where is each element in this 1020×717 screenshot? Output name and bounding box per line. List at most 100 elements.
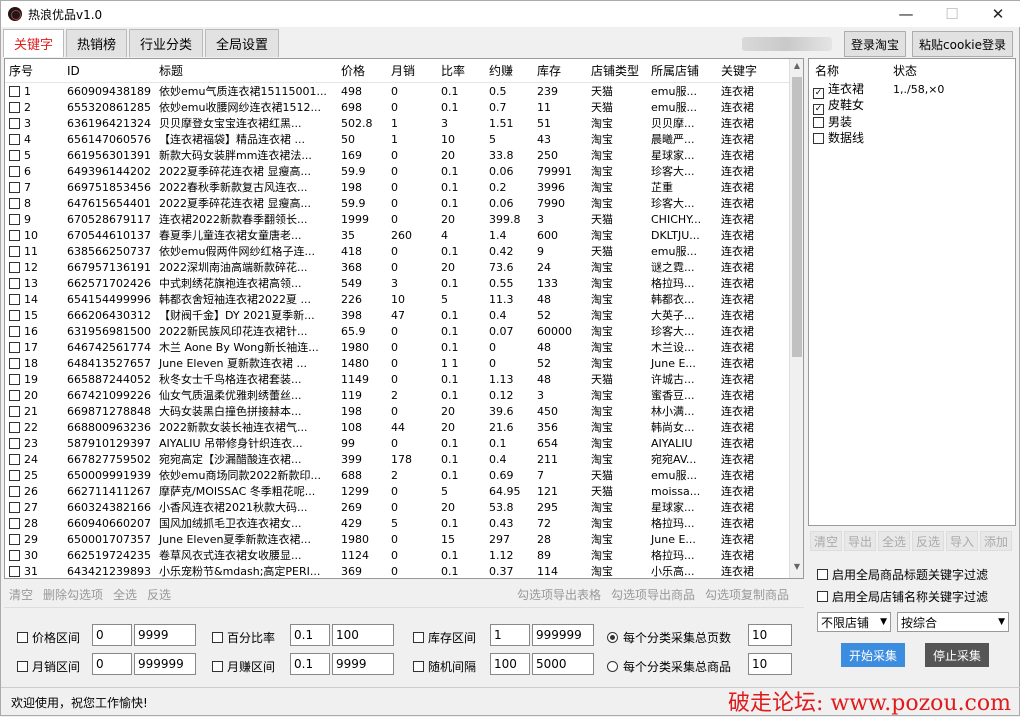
table-row[interactable]: 22 668800963236 2022新款女装长袖连衣裙气... 108 44 20 21… (5, 419, 791, 435)
keyword-checkbox[interactable] (813, 116, 824, 128)
table-clear-button[interactable]: 清空 (9, 586, 33, 603)
earn-max-input[interactable]: 9999 (332, 653, 394, 675)
row-checkbox[interactable] (9, 421, 20, 433)
checked-copy-goods-button[interactable]: 勾选项复制商品 (705, 586, 789, 603)
close-button[interactable]: ✕ (975, 1, 1020, 27)
table-row[interactable]: 20 667421099226 仙女气质温柔优雅刺绣蕾丝... 119 2 0.1 0.12… (5, 387, 791, 403)
monthly-earn-checkbox[interactable] (212, 661, 223, 672)
goods-per-category-input[interactable]: 10 (748, 653, 792, 675)
row-checkbox[interactable] (9, 565, 20, 577)
table-row[interactable]: 2 655320861285 依妙emu收腰网纱连衣裙1512... 698 0 0.1 0… (5, 99, 791, 115)
maximize-button[interactable]: ☐ (929, 1, 975, 27)
row-checkbox[interactable] (9, 309, 20, 321)
scroll-up-icon[interactable]: ▲ (790, 61, 803, 75)
table-delete-checked-button[interactable]: 删除勾选项 (43, 586, 103, 603)
tab-category[interactable]: 行业分类 (129, 29, 204, 57)
row-checkbox[interactable] (9, 453, 20, 465)
row-checkbox[interactable] (9, 229, 20, 241)
row-checkbox[interactable] (9, 389, 20, 401)
row-checkbox[interactable] (9, 117, 20, 129)
table-row[interactable]: 24 667827759502 宛宛高定【沙漏醋酸连衣裙... 399 178 0.1 0.… (5, 451, 791, 467)
paste-cookie-login-button[interactable]: 粘贴cookie登录 (912, 31, 1013, 57)
sort-select[interactable]: 按综合 ▼ (897, 612, 1009, 632)
row-checkbox[interactable] (9, 357, 20, 369)
pages-radio[interactable] (607, 632, 618, 643)
table-row[interactable]: 28 660940660207 国风加绒抓毛卫衣连衣裙女... 429 5 0.1 0.43… (5, 515, 791, 531)
shop-filter-checkbox[interactable] (817, 590, 828, 602)
tab-keyword[interactable]: 关键字 (3, 29, 65, 57)
monthly-sales-option[interactable]: 月销区间 (17, 658, 80, 675)
stock-range-checkbox[interactable] (413, 632, 424, 643)
row-checkbox[interactable] (9, 533, 20, 545)
keyword-checkbox[interactable] (813, 132, 824, 144)
keyword-add-button[interactable]: 添加 (980, 531, 1012, 551)
row-checkbox[interactable] (9, 325, 20, 337)
checked-export-table-button[interactable]: 勾选项导出表格 (517, 586, 601, 603)
row-checkbox[interactable] (9, 245, 20, 257)
row-checkbox[interactable] (9, 181, 20, 193)
table-row[interactable]: 15 666206430312 【财阀千金】DY 2021夏季新... 398 47 0.… (5, 307, 791, 323)
row-checkbox[interactable] (9, 341, 20, 353)
col-earn-header[interactable]: 约赚 (485, 62, 533, 79)
col-keyword-header[interactable]: 关键字 (717, 62, 787, 79)
col-monthly-sales-header[interactable]: 月销 (387, 62, 437, 79)
table-row[interactable]: 3 636196421324 贝贝摩登女宝宝连衣裙红黑... 502.8 1 3 1.51 5… (5, 115, 791, 131)
table-row[interactable]: 9 670528679117 连衣裙2022新款春季翻领长... 1999 0 20 399… (5, 211, 791, 227)
keyword-invert-button[interactable]: 反选 (912, 531, 944, 551)
price-range-checkbox[interactable] (17, 632, 28, 643)
scroll-down-icon[interactable]: ▼ (790, 562, 803, 576)
goods-per-category-option[interactable]: 每个分类采集总商品 (607, 658, 731, 675)
table-row[interactable]: 14 654154499996 韩都衣舍短袖连衣裙2022夏 ... 226 10 5 11… (5, 291, 791, 307)
percent-range-option[interactable]: 百分比率 (212, 629, 275, 646)
stock-min-input[interactable]: 1 (490, 624, 530, 646)
keyword-select-all-button[interactable]: 全选 (878, 531, 910, 551)
interval-max-input[interactable]: 5000 (532, 653, 594, 675)
table-row[interactable]: 8 647615654401 2022夏季碎花连衣裙 显瘦高... 59.9 0 0.1 0… (5, 195, 791, 211)
stop-collect-button[interactable]: 停止采集 (925, 643, 989, 667)
row-checkbox[interactable] (9, 405, 20, 417)
col-title-header[interactable]: 标题 (155, 62, 337, 79)
keyword-clear-button[interactable]: 清空 (810, 531, 842, 551)
table-row[interactable]: 29 650001707357 June Eleven夏季新款连衣裙... 1980 0… (5, 531, 791, 547)
table-row[interactable]: 10 670544610137 春夏季儿童连衣裙女童唐老... 35 260 4 1.4 60… (5, 227, 791, 243)
random-interval-option[interactable]: 随机间隔 (413, 658, 476, 675)
row-checkbox[interactable] (9, 133, 20, 145)
interval-min-input[interactable]: 100 (490, 653, 530, 675)
pages-per-category-option[interactable]: 每个分类采集总页数 (607, 629, 731, 646)
row-checkbox[interactable] (9, 485, 20, 497)
table-row[interactable]: 13 662571702426 中式刺绣花旗袍连衣裙高领... 549 3 0.1 0.55… (5, 275, 791, 291)
row-checkbox[interactable] (9, 517, 20, 529)
col-stock-header[interactable]: 库存 (533, 62, 587, 79)
shop-filter-option[interactable]: 启用全局店铺名称关键字过滤 (817, 585, 988, 607)
price-max-input[interactable]: 9999 (134, 624, 196, 646)
table-row[interactable]: 19 665887244052 秋冬女士千鸟格连衣裙套装... 1149 0 0.1 1.1… (5, 371, 791, 387)
table-row[interactable]: 16 631956981500 2022新民族风印花连衣裙针... 65.9 0 0.1 0… (5, 323, 791, 339)
row-checkbox[interactable] (9, 101, 20, 113)
table-row[interactable]: 6 649396144202 2022夏季碎花连衣裙 显瘦高... 59.9 0 0.1 0… (5, 163, 791, 179)
table-row[interactable]: 4 656147060576 【连衣裙福袋】精品连衣裙 ... 50 1 10 5 43 淘宝 晨… (5, 131, 791, 147)
stock-max-input[interactable]: 999999 (532, 624, 594, 646)
start-collect-button[interactable]: 开始采集 (841, 643, 905, 667)
row-checkbox[interactable] (9, 373, 20, 385)
stock-range-option[interactable]: 库存区间 (413, 629, 476, 646)
tab-global-settings[interactable]: 全局设置 (205, 29, 280, 57)
percent-max-input[interactable]: 100 (332, 624, 394, 646)
row-checkbox[interactable] (9, 149, 20, 161)
row-checkbox[interactable] (9, 197, 20, 209)
tab-hot-list[interactable]: 热销榜 (66, 29, 128, 57)
row-checkbox[interactable] (9, 85, 20, 97)
row-checkbox[interactable] (9, 213, 20, 225)
minimize-button[interactable]: — (883, 1, 929, 27)
keyword-item[interactable]: 数据线 (809, 129, 1015, 145)
row-checkbox[interactable] (9, 549, 20, 561)
table-row[interactable]: 11 638566250737 依妙emu假两件网纱红格子连... 418 0 0.1 0.… (5, 243, 791, 259)
table-row[interactable]: 7 669751853456 2022春秋季新款复古风连衣... 198 0 0.1 0.2… (5, 179, 791, 195)
col-shop-header[interactable]: 所属店铺 (647, 62, 717, 79)
table-row[interactable]: 5 661956301391 新款大码女装胖mm连衣裙法... 169 0 20 33.8 2… (5, 147, 791, 163)
table-row[interactable]: 23 587910129397 AIYALIU 吊带修身针织连衣... 99 0 0.1 0… (5, 435, 791, 451)
login-taobao-button[interactable]: 登录淘宝 (844, 31, 907, 57)
percent-min-input[interactable]: 0.1 (290, 624, 330, 646)
table-row[interactable]: 26 662711411267 摩萨克/MOISSAC 冬季粗花呢... 1299 0 5… (5, 483, 791, 499)
col-index-header[interactable]: 序号 (5, 62, 63, 79)
table-row[interactable]: 21 669871278848 大码女装黑白撞色拼接赫本... 198 0 20 39.6 4… (5, 403, 791, 419)
